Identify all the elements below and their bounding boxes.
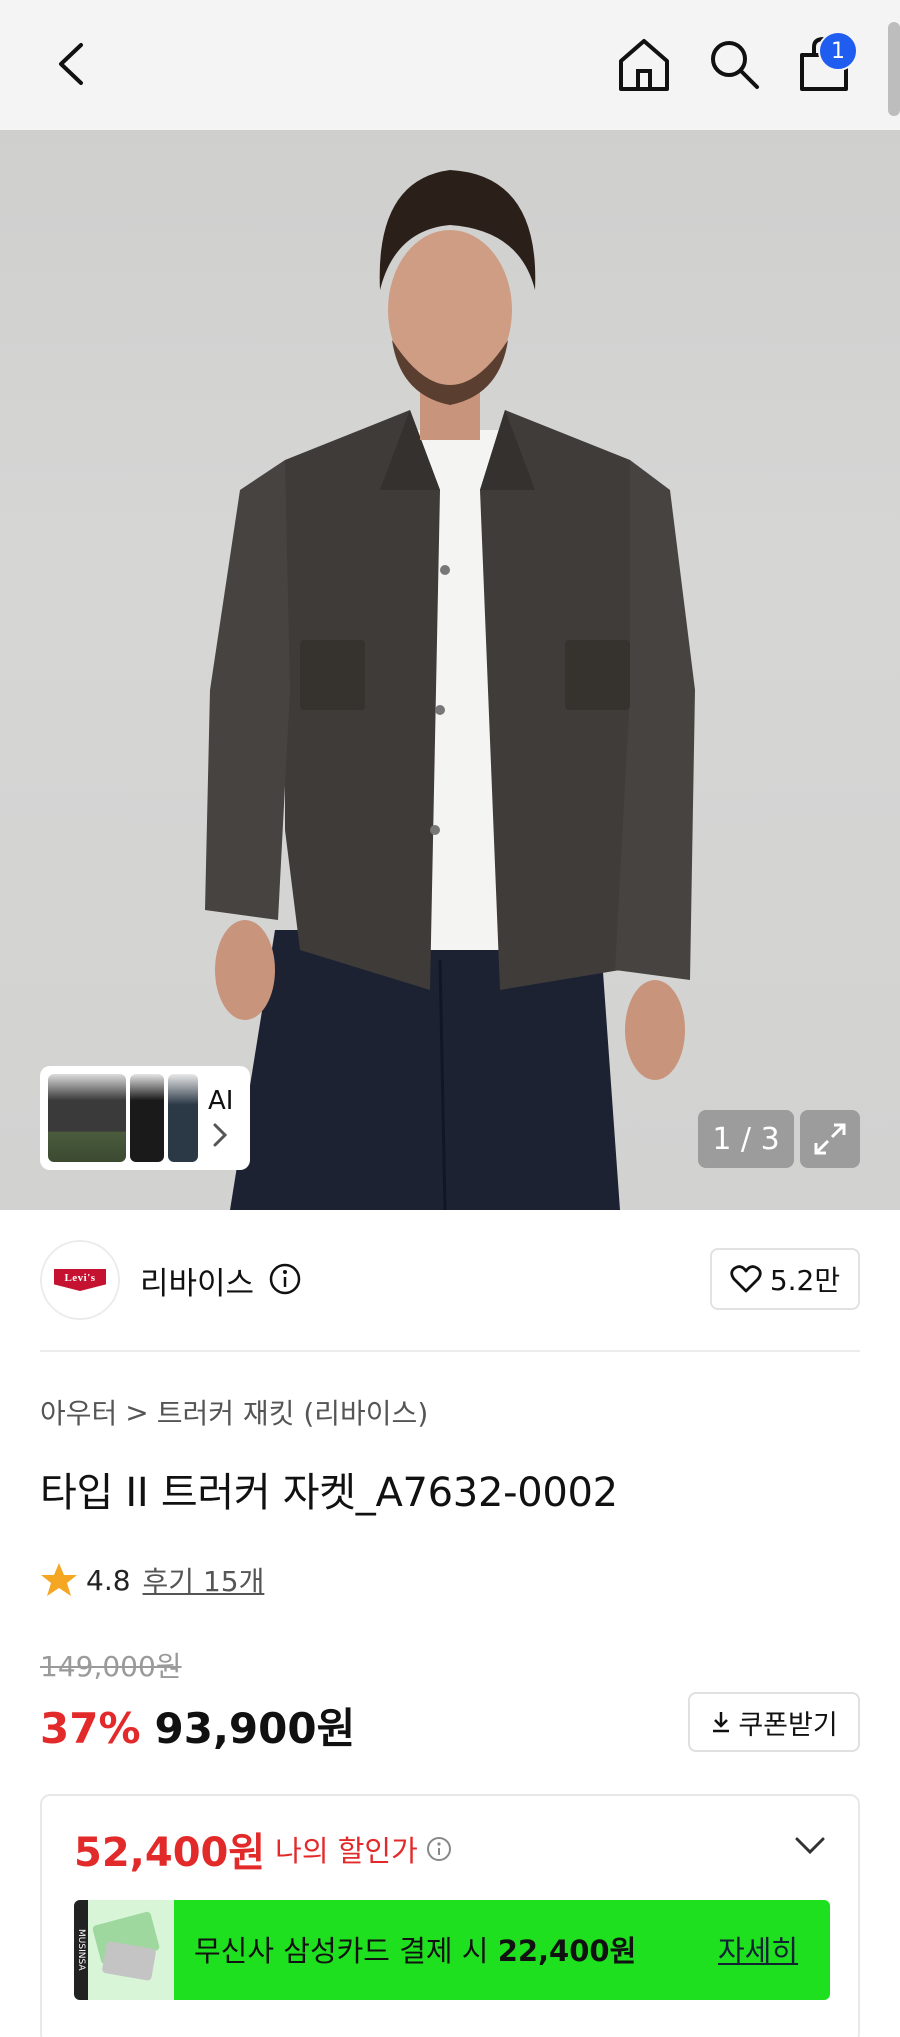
reviews-link[interactable]: 후기 15개 <box>143 1560 265 1600</box>
home-button[interactable] <box>612 28 676 100</box>
thumbnail-image[interactable] <box>130 1074 164 1162</box>
brand-logo[interactable]: Levi's <box>40 1240 120 1320</box>
banner-condition: 무신사 삼성카드 결제 시 <box>194 1934 489 1968</box>
breadcrumb-subcategory[interactable]: 트러커 재킷 (리바이스) <box>157 1392 429 1432</box>
expand-icon <box>814 1123 846 1155</box>
breadcrumb: 아우터 > 트러커 재킷 (리바이스) <box>40 1392 428 1432</box>
brand-row: Levi's 리바이스 5.2만 <box>40 1240 860 1320</box>
coupon-button[interactable]: 쿠폰받기 <box>688 1692 860 1752</box>
ai-label: AI <box>208 1086 234 1116</box>
heart-icon <box>730 1265 762 1293</box>
scrollbar[interactable] <box>888 22 900 116</box>
search-icon <box>711 41 759 89</box>
home-icon <box>619 39 669 91</box>
breadcrumb-separator: > <box>125 1395 149 1429</box>
star-icon <box>41 1563 77 1596</box>
banner-text: 무신사 삼성카드 결제 시 22,400원 <box>194 1928 636 1970</box>
banner-amount: 22,400원 <box>497 1934 637 1968</box>
product-photo-illustration <box>205 170 695 1210</box>
download-icon <box>713 1712 730 1733</box>
discount-rate: 37% <box>40 1704 141 1753</box>
info-icon[interactable] <box>426 1836 452 1862</box>
my-discount-box: 52,400원 나의 할인가 MUSINSA 무신사 삼성카드 결제 시 22,… <box>40 1794 860 2037</box>
levis-logo: Levi's <box>54 1269 106 1291</box>
divider <box>40 1350 860 1352</box>
my-discount-price: 52,400원 <box>74 1830 266 1876</box>
card-illustration <box>92 1911 160 1981</box>
thumbnail-image[interactable] <box>48 1074 126 1162</box>
product-image[interactable]: AI 1 / 3 <box>0 130 900 1210</box>
card-promo-banner[interactable]: MUSINSA 무신사 삼성카드 결제 시 22,400원 자세히 <box>74 1900 830 2000</box>
product-title: 타입 II 트러커 자켓_A7632-0002 <box>40 1470 618 1516</box>
original-price: 149,000원 <box>40 1650 182 1683</box>
chevron-right-icon <box>213 1123 228 1147</box>
sale-price: 93,900원 <box>154 1704 356 1753</box>
coupon-label: 쿠폰받기 <box>738 1709 838 1741</box>
chevron-left-icon <box>59 43 83 85</box>
like-count: 5.2만 <box>769 1264 841 1297</box>
search-button[interactable] <box>702 28 766 100</box>
like-button[interactable]: 5.2만 <box>710 1248 860 1310</box>
card-image: MUSINSA <box>74 1900 174 2000</box>
info-icon[interactable] <box>268 1262 302 1296</box>
thumbnail-strip[interactable]: AI <box>40 1066 250 1170</box>
chevron-down-icon[interactable] <box>794 1836 826 1856</box>
my-discount-label: 나의 할인가 <box>275 1834 418 1868</box>
details-link[interactable]: 자세히 <box>718 1928 798 1970</box>
thumbnail-image[interactable] <box>168 1074 198 1162</box>
price-row: 37% 93,900원 <box>40 1695 355 1756</box>
breadcrumb-category[interactable]: 아우터 <box>40 1392 117 1432</box>
brand-name[interactable]: 리바이스 <box>140 1258 254 1303</box>
top-bar: 1 <box>0 0 900 130</box>
rating-row: 4.8 후기 15개 <box>40 1560 264 1600</box>
my-discount-row: 52,400원 나의 할인가 <box>74 1820 452 1878</box>
cart-count-badge: 1 <box>818 31 858 71</box>
back-button[interactable] <box>40 28 100 100</box>
rating-score: 4.8 <box>86 1563 131 1597</box>
image-counter: 1 / 3 <box>698 1110 794 1168</box>
expand-button[interactable] <box>800 1110 860 1168</box>
